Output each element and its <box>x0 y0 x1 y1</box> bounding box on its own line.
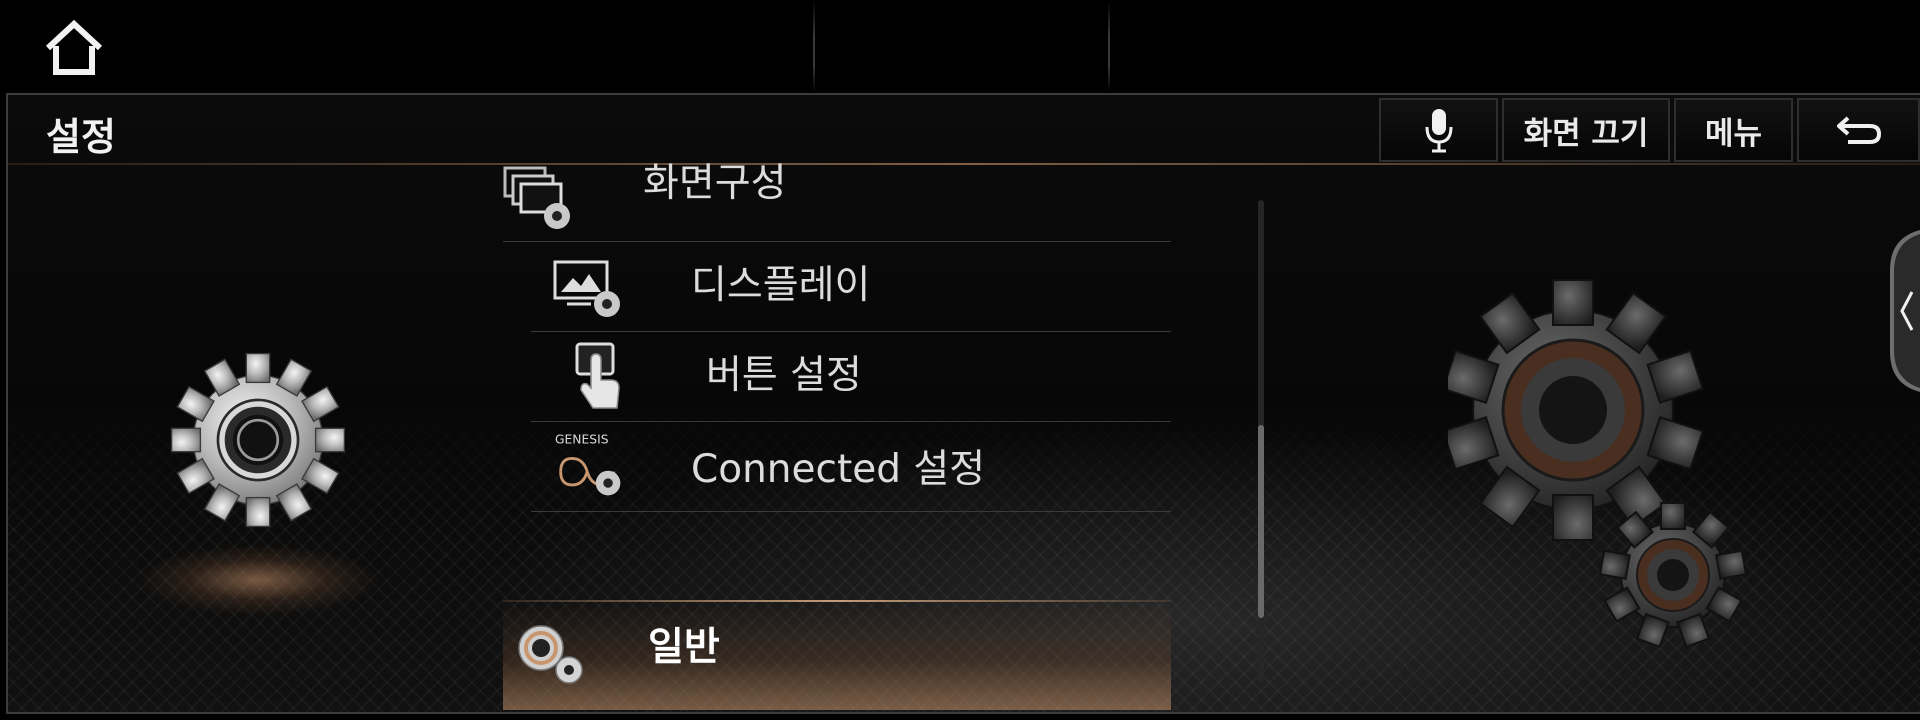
list-item-screen-layout[interactable]: 화면구성 <box>503 152 1171 242</box>
list-item-label: 화면구성 <box>643 161 787 206</box>
list-item-display[interactable]: 디스플레이 <box>531 242 1171 332</box>
screen-layout-settings-icon <box>503 166 570 229</box>
list-item-label: 디스플레이 <box>691 263 871 308</box>
general-settings-icon <box>518 625 583 684</box>
list-item-general[interactable]: 일반 <box>503 600 1171 710</box>
button-settings-icon <box>575 342 620 409</box>
chevron-left-icon <box>1890 230 1920 392</box>
status-divider <box>1108 0 1110 92</box>
list-item-button-settings[interactable]: 버튼 설정 <box>531 332 1171 422</box>
gears-illustration-icon <box>1448 279 1748 649</box>
list-item-label: 버튼 설정 <box>706 353 862 398</box>
status-bar <box>0 0 1920 92</box>
selection-highlight <box>503 600 1171 602</box>
list-item-connected-settings[interactable]: GENESIS Connected 설정 <box>531 422 1171 512</box>
side-panel-handle[interactable] <box>1884 230 1920 392</box>
list-item-label: Connected 설정 <box>691 447 986 492</box>
genesis-logo-text: GENESIS <box>555 432 609 446</box>
genesis-connected-settings-icon: GENESIS <box>555 432 621 496</box>
home-button[interactable] <box>40 18 108 78</box>
list-item-label: 일반 <box>648 625 720 670</box>
settings-panel: 설정 화면 끄기 메뉴 화면구성 디스플레이 버튼 설정 GENESIS Con… <box>6 93 1920 714</box>
list-separator <box>531 511 1171 512</box>
list-scrollbar[interactable] <box>1258 200 1264 682</box>
display-settings-icon <box>553 260 620 317</box>
home-icon <box>45 19 103 75</box>
status-divider <box>813 0 815 92</box>
scrollbar-thumb[interactable] <box>1258 425 1264 618</box>
